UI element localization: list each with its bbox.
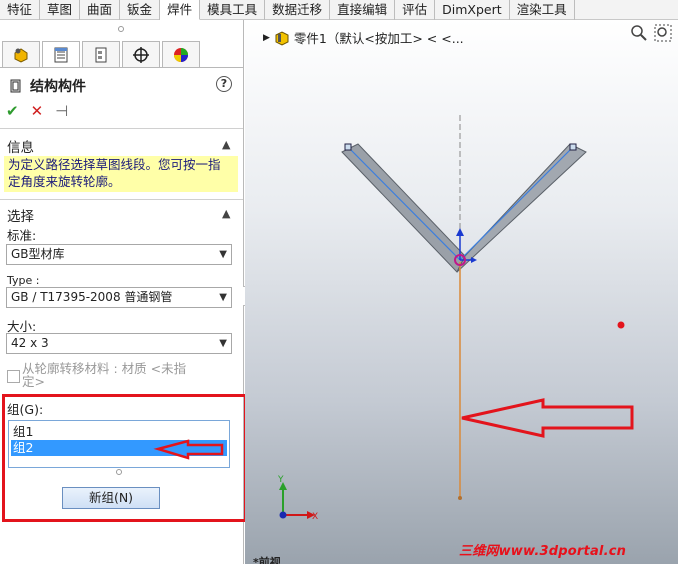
structural-member-icon [10,79,21,93]
path-endpoint [458,496,462,500]
triad-arrow [471,257,477,263]
collapse-info-icon[interactable]: ▲ [222,138,230,151]
tab-dimxpert[interactable]: DimXpert [435,0,510,20]
tab-divider [0,67,243,68]
divider [0,199,243,200]
pin-icon[interactable]: ⊣ [55,102,68,120]
divider [0,128,243,129]
property-manager-tab[interactable] [42,41,80,67]
feature-tree-icon [14,47,28,63]
color-wheel-icon [174,47,188,62]
info-text-line: 定角度来旋转轮廓。 [8,174,121,189]
highlight-box-annotation [2,394,247,522]
dimxpert-manager-tab[interactable] [122,41,160,67]
configuration-icon [95,47,107,62]
type-label: Type : [7,274,40,287]
graphics-viewport[interactable]: ▶ 零件1（默认<按加工> < <... Y X *前视 三维网www.3dpo… [245,20,678,564]
manager-tabs [2,41,202,67]
info-message: 为定义路径选择草图线段。您可按一指 定角度来旋转轮廓。 [4,156,238,192]
view-name: *前视 [253,556,281,564]
endpoint-handle[interactable] [344,143,352,151]
chevron-down-icon: ▼ [219,249,227,260]
path-segment-left[interactable] [347,146,461,261]
feature-manager-tab[interactable] [2,41,40,67]
transfer-material-checkbox[interactable] [7,370,20,383]
tab-sketch[interactable]: 草图 [40,0,81,20]
property-manager-header: 结构构件 [8,76,86,96]
transfer-material-label: 从轮廓转移材料 : 材质 <未指 定> [22,362,222,388]
crosshair-icon [133,46,149,63]
triad-arrow [456,228,464,236]
panel-grip-handle[interactable] [118,26,124,32]
y-axis-label: Y [277,475,284,485]
tube-right-leg[interactable] [456,143,587,273]
tab-evaluate[interactable]: 评估 [395,0,436,20]
type-value: GB / T17395-2008 普通钢管 [11,290,173,304]
origin-point [279,511,287,519]
configuration-manager-tab[interactable] [82,41,120,67]
action-buttons: ✔ ✕ ⊣ [6,102,68,120]
x-axis-label: X [312,512,318,522]
page-title: 结构构件 [30,79,86,95]
transfer-material-text: 从轮廓转移材料 : 材质 <未指 [22,361,187,376]
info-text-line: 为定义路径选择草图线段。您可按一指 [8,157,221,172]
endpoint-handle[interactable] [569,143,577,151]
type-select[interactable]: GB / T17395-2008 普通钢管 ▼ [6,287,232,308]
tab-features[interactable]: 特征 [0,0,41,20]
path-segment-right[interactable] [459,146,574,261]
tab-surfaces[interactable]: 曲面 [80,0,121,20]
chevron-down-icon: ▼ [219,292,227,303]
property-manager-panel: 结构构件 ? ✔ ✕ ⊣ 信息 ▲ 为定义路径选择草图线段。您可按一指 定角度来… [0,20,251,564]
ok-button[interactable]: ✔ [6,102,19,120]
tab-render-tools[interactable]: 渲染工具 [510,0,575,20]
standard-select[interactable]: GB型材库 ▼ [6,244,232,265]
tab-weldments[interactable]: 焊件 [160,0,201,20]
size-value: 42 x 3 [11,336,49,350]
display-manager-tab[interactable] [162,41,200,67]
chevron-down-icon: ▼ [219,338,227,349]
tab-sheet-metal[interactable]: 钣金 [120,0,161,20]
watermark: 三维网www.3dportal.cn [459,544,627,559]
help-icon[interactable]: ? [216,76,232,92]
tab-direct-editing[interactable]: 直接编辑 [330,0,396,20]
size-select[interactable]: 42 x 3 ▼ [6,333,232,354]
standard-label: 标准: [7,228,37,243]
standard-value: GB型材库 [11,247,65,261]
tab-mold-tools[interactable]: 模具工具 [200,0,266,20]
collapse-selection-icon[interactable]: ▲ [222,207,230,220]
cancel-button[interactable]: ✕ [31,102,44,120]
tube-left-leg[interactable] [341,143,466,273]
property-list-icon [54,47,68,62]
model-graphics: Y X [277,115,625,522]
selection-section-heading[interactable]: 选择 [7,205,34,225]
tab-data-migration[interactable]: 数据迁移 [265,0,331,20]
transfer-material-text: 定> [22,374,45,389]
red-marker-dot [617,321,625,329]
ribbon-tab-bar: 特征 草图 曲面 钣金 焊件 模具工具 数据迁移 直接编辑 评估 DimXper… [0,0,678,20]
info-section-heading[interactable]: 信息 [7,136,34,156]
